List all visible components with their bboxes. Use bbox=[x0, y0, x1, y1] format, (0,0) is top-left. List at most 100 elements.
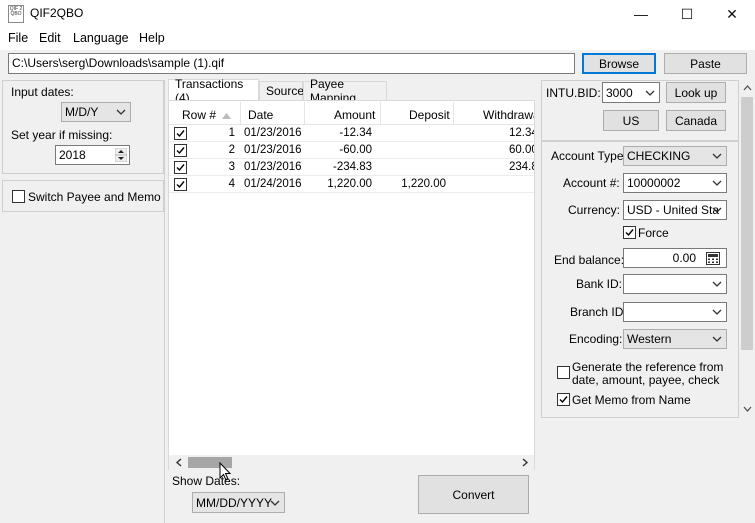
account-type-label: Account Type bbox=[551, 149, 624, 163]
account-num-select[interactable]: 10000002 bbox=[623, 173, 727, 193]
switch-payee-memo-label: Switch Payee and Memo bbox=[28, 190, 161, 204]
scroll-up-icon[interactable] bbox=[743, 84, 752, 92]
cell-date: 01/24/2016 bbox=[244, 178, 302, 190]
force-label: Force bbox=[638, 226, 669, 240]
input-dates-select[interactable]: M/D/Y bbox=[61, 102, 131, 122]
vertical-scrollbar-thumb[interactable] bbox=[741, 97, 753, 350]
look-up-button[interactable]: Look up bbox=[666, 82, 726, 103]
end-balance-input[interactable]: 0.00 bbox=[623, 248, 727, 268]
column-row-num[interactable]: Row # bbox=[182, 108, 232, 122]
show-dates-value: MM/DD/YYYY bbox=[196, 495, 273, 510]
chevron-down-icon bbox=[270, 500, 280, 506]
column-divider bbox=[240, 102, 241, 125]
account-type-select[interactable]: CHECKING bbox=[623, 146, 727, 166]
spinner-arrows-icon[interactable] bbox=[115, 148, 127, 162]
year-value: 2018 bbox=[59, 148, 86, 162]
cell-amount: 1,220.00 bbox=[327, 178, 372, 190]
scroll-down-icon[interactable] bbox=[743, 405, 752, 413]
currency-value: USD - United Sta bbox=[627, 203, 720, 217]
input-dates-label: Input dates: bbox=[11, 85, 74, 99]
column-deposit[interactable]: Deposit bbox=[409, 108, 450, 122]
sort-up-icon bbox=[222, 113, 232, 119]
cell-date: 01/23/2016 bbox=[244, 144, 302, 156]
branch-id-select[interactable] bbox=[623, 302, 727, 322]
account-num-label: Account #: bbox=[563, 176, 620, 190]
chevron-down-icon bbox=[712, 180, 722, 186]
minimize-button[interactable]: — bbox=[618, 0, 664, 28]
bank-id-select[interactable] bbox=[623, 274, 727, 294]
cell-date: 01/23/2016 bbox=[244, 161, 302, 173]
calculator-icon[interactable] bbox=[706, 252, 720, 265]
chevron-down-icon bbox=[712, 153, 722, 159]
show-dates-label: Show Dates: bbox=[172, 474, 241, 488]
menu-file[interactable]: File bbox=[8, 31, 28, 45]
bank-id-label: Bank ID: bbox=[576, 277, 623, 291]
chevron-down-icon bbox=[712, 207, 722, 213]
menu-language[interactable]: Language bbox=[73, 31, 129, 45]
chevron-down-icon bbox=[645, 90, 655, 96]
menu-edit[interactable]: Edit bbox=[39, 31, 61, 45]
column-amount[interactable]: Amount bbox=[334, 108, 375, 122]
file-path-input[interactable]: C:\Users\serg\Downloads\sample (1).qif bbox=[8, 53, 575, 74]
cell-withdrawal: 60.00 bbox=[509, 144, 534, 156]
cell-row: 4 bbox=[228, 178, 235, 190]
branch-id-label: Branch ID bbox=[570, 305, 624, 319]
convert-button[interactable]: Convert bbox=[418, 475, 529, 514]
scroll-left-icon[interactable] bbox=[175, 458, 183, 467]
generate-reference-label-line1: Generate the reference from bbox=[572, 360, 724, 374]
currency-label: Currency: bbox=[568, 203, 621, 217]
column-divider bbox=[380, 102, 381, 125]
paste-button[interactable]: Paste bbox=[664, 53, 747, 74]
checkmark-icon bbox=[625, 229, 634, 237]
force-checkbox[interactable] bbox=[623, 226, 636, 239]
year-label: Set year if missing: bbox=[11, 128, 113, 142]
input-dates-value: M/D/Y bbox=[65, 105, 99, 119]
cell-deposit: 1,220.00 bbox=[401, 178, 446, 190]
chevron-down-icon bbox=[116, 109, 126, 115]
currency-select[interactable]: USD - United Sta bbox=[623, 200, 727, 220]
menu-help[interactable]: Help bbox=[139, 31, 165, 45]
get-memo-checkbox[interactable] bbox=[557, 393, 570, 406]
tab-source[interactable]: Source bbox=[259, 81, 304, 101]
us-button[interactable]: US bbox=[603, 110, 659, 131]
canada-button[interactable]: Canada bbox=[666, 110, 726, 131]
column-divider bbox=[304, 102, 305, 125]
cell-withdrawal: 12.34 bbox=[509, 127, 534, 139]
end-balance-value: 0.00 bbox=[672, 251, 696, 265]
tab-payee-mapping[interactable]: Payee Mapping bbox=[303, 77, 387, 105]
column-row-num-label: Row # bbox=[182, 108, 217, 122]
browse-button[interactable]: Browse bbox=[582, 53, 656, 74]
cell-row: 3 bbox=[228, 161, 235, 173]
encoding-label: Encoding: bbox=[569, 332, 623, 346]
cell-amount: -60.00 bbox=[339, 144, 372, 156]
column-date[interactable]: Date bbox=[248, 108, 273, 122]
cell-withdrawal: 234.83 bbox=[509, 161, 534, 173]
chevron-down-icon bbox=[712, 336, 722, 342]
account-type-value: CHECKING bbox=[627, 149, 691, 163]
show-dates-select[interactable]: MM/DD/YYYY bbox=[192, 492, 285, 513]
cell-amount: -234.83 bbox=[332, 161, 372, 173]
cell-amount: -12.34 bbox=[339, 127, 372, 139]
column-withdrawal[interactable]: Withdrawal bbox=[483, 108, 534, 122]
generate-reference-label-line2: date, amount, payee, check bbox=[572, 373, 720, 387]
close-button[interactable]: ✕ bbox=[709, 0, 755, 28]
window-title: QIF2QBO bbox=[30, 6, 84, 20]
tab-transactions[interactable]: Transactions (4) bbox=[168, 77, 259, 105]
year-spinner[interactable]: 2018 bbox=[55, 145, 130, 165]
generate-reference-checkbox[interactable] bbox=[557, 366, 570, 379]
switch-payee-memo-checkbox[interactable] bbox=[12, 190, 25, 203]
intu-bid-label: INTU.BID: bbox=[546, 86, 601, 100]
encoding-select[interactable]: Western bbox=[623, 329, 727, 349]
end-balance-label: End balance: bbox=[554, 253, 625, 267]
intu-bid-value: 3000 bbox=[606, 85, 633, 100]
cell-row: 2 bbox=[228, 144, 235, 156]
intu-bid-select[interactable]: 3000 bbox=[602, 82, 660, 103]
get-memo-label: Get Memo from Name bbox=[572, 393, 691, 407]
checkmark-icon bbox=[559, 396, 568, 404]
maximize-button[interactable]: ☐ bbox=[664, 0, 710, 28]
scroll-right-icon[interactable] bbox=[521, 458, 529, 467]
chevron-down-icon bbox=[712, 281, 722, 287]
left-divider bbox=[164, 80, 165, 523]
account-num-value: 10000002 bbox=[627, 176, 681, 190]
column-divider bbox=[453, 102, 454, 125]
